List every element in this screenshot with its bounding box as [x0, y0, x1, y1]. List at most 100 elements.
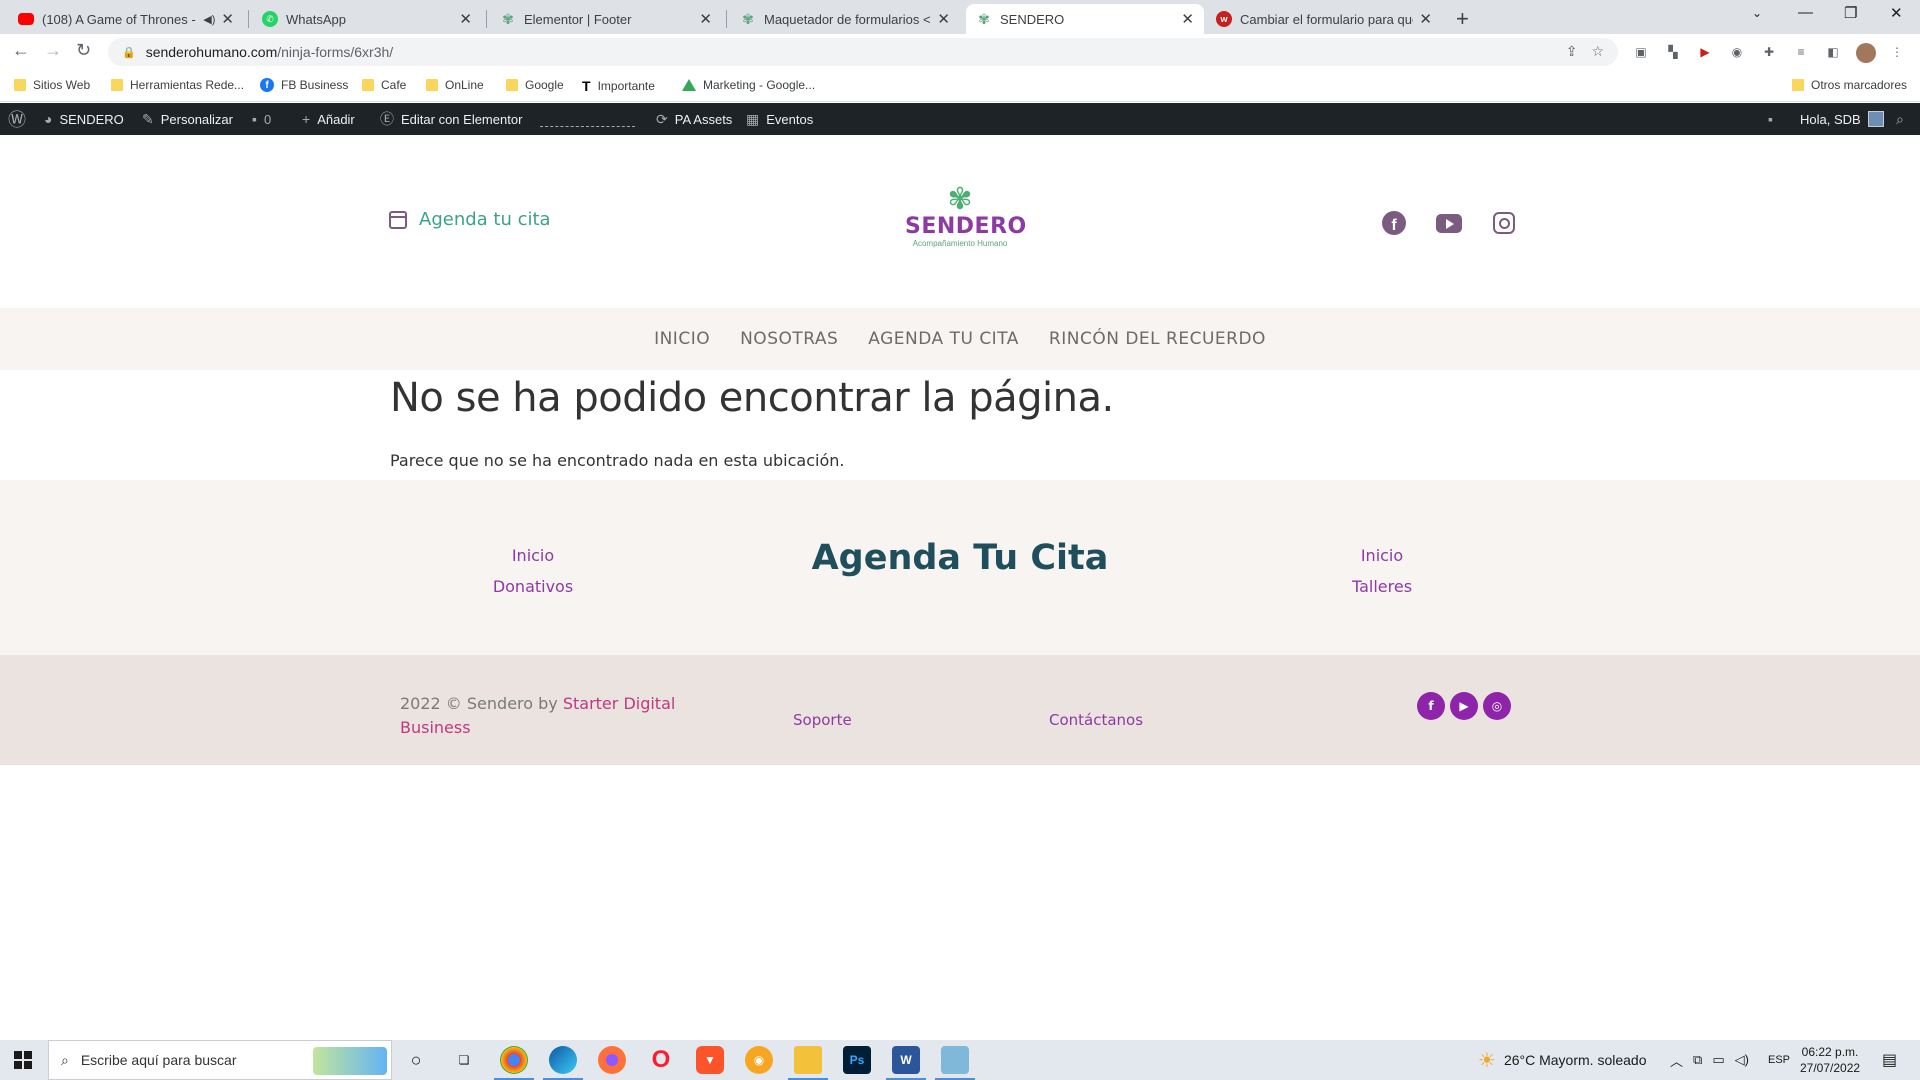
share-icon[interactable]: ⇪	[1566, 43, 1578, 60]
close-icon[interactable]: ✕	[699, 10, 712, 28]
taskbar-clock[interactable]: 06:22 p.m. 27/07/2022	[1800, 1044, 1860, 1076]
brush-icon: ✎	[142, 110, 154, 127]
bookmark-herramientas[interactable]: Herramientas Rede...	[111, 78, 244, 92]
volume-icon[interactable]: ◁)	[1735, 1052, 1749, 1068]
vpn-icon[interactable]: ◉	[745, 1046, 773, 1074]
close-icon[interactable]: ✕	[1181, 10, 1194, 28]
side-panel-icon[interactable]: ◧	[1824, 43, 1842, 61]
admin-account[interactable]: Hola, SDB	[1800, 103, 1884, 135]
chrome-icon[interactable]	[494, 1046, 534, 1080]
windows-start-icon[interactable]	[14, 1051, 32, 1069]
close-icon[interactable]: ✕	[937, 10, 950, 28]
firefox-icon[interactable]	[598, 1046, 626, 1074]
nav-agenda-tu-cita[interactable]: AGENDA TU CITA	[868, 329, 1019, 349]
facebook-header-link[interactable]: f	[1380, 209, 1408, 237]
bookmark-otros[interactable]: Otros marcadores	[1792, 78, 1907, 92]
speaker-icon[interactable]: ◀)	[203, 13, 215, 26]
admin-edit-elementor[interactable]: Ⓔ Editar con Elementor	[380, 103, 522, 135]
nav-rincon-del-recuerdo[interactable]: RINCÓN DEL RECUERDO	[1049, 329, 1266, 349]
nav-inicio[interactable]: INICIO	[654, 329, 710, 349]
admin-pa-assets[interactable]: ⟳ PA Assets	[656, 103, 732, 135]
support-link[interactable]: Soporte	[793, 711, 852, 729]
camera-icon[interactable]: ⧉	[1693, 1052, 1702, 1068]
search-highlight-art	[313, 1047, 387, 1075]
nav-nosotras[interactable]: NOSOTRAS	[740, 329, 838, 349]
tab-sendero[interactable]: ✾ SENDERO ✕	[966, 4, 1204, 34]
agenda-header-link[interactable]: Agenda tu cita	[389, 209, 551, 230]
photoshop-icon[interactable]: Ps	[843, 1046, 871, 1074]
grammar-extension-icon[interactable]: ◉	[1728, 43, 1746, 61]
youtube-header-link[interactable]	[1435, 209, 1463, 237]
admin-add-new[interactable]: + Añadir	[302, 103, 355, 135]
profile-avatar[interactable]	[1856, 43, 1876, 63]
tab-whatsapp[interactable]: ✆ WhatsApp ✕	[252, 4, 482, 34]
tab-youtube[interactable]: (108) A Game of Thrones - R ◀) ✕	[8, 4, 244, 34]
bookmark-google[interactable]: Google	[506, 78, 564, 92]
opera-icon[interactable]: O	[647, 1046, 675, 1074]
bookmark-sitios-web[interactable]: Sitios Web	[14, 78, 90, 92]
back-icon[interactable]: ←	[12, 40, 30, 61]
tab-cambiar-formulario[interactable]: w Cambiar el formulario para que e ✕	[1206, 4, 1442, 34]
youtube-icon[interactable]: ▶	[1450, 692, 1478, 720]
instagram-icon[interactable]: ◎	[1483, 692, 1511, 720]
puzzle-icon[interactable]: ✚	[1760, 43, 1778, 61]
bookmark-marketing[interactable]: Marketing - Google...	[682, 78, 815, 92]
tab-elementor-footer[interactable]: ✾ Elementor | Footer ✕	[490, 4, 722, 34]
facebook-icon[interactable]: f	[1417, 692, 1445, 720]
file-explorer-icon[interactable]	[788, 1046, 828, 1080]
new-tab-button[interactable]: +	[1456, 6, 1469, 32]
cortana-icon[interactable]: ○	[402, 1046, 430, 1074]
admin-search[interactable]: ⌕	[1896, 103, 1904, 135]
tab-title: Maquetador de formularios < SE	[764, 11, 931, 27]
red-extension-icon[interactable]: ▶	[1696, 43, 1714, 61]
footer-link-talleres[interactable]: Talleres	[1330, 571, 1434, 602]
reload-icon[interactable]: ↻	[76, 40, 91, 61]
network-icon[interactable]: ▭	[1712, 1052, 1724, 1068]
bookmark-online[interactable]: OnLine	[426, 78, 484, 92]
word-icon[interactable]: W	[886, 1046, 926, 1080]
tab-search-icon[interactable]: ⌄	[1752, 6, 1762, 20]
admin-comments[interactable]: ▪ 0	[252, 103, 271, 135]
edge-icon[interactable]	[543, 1046, 583, 1080]
task-view-icon[interactable]: ❏	[450, 1046, 478, 1074]
leaf-icon: ✾	[502, 10, 514, 27]
wordpress-logo[interactable]: Ⓦ	[8, 103, 26, 135]
close-icon[interactable]: ✕	[459, 10, 472, 28]
admin-site-name[interactable]: ◕ SENDERO	[44, 103, 124, 135]
footer-link-donativos[interactable]: Donativos	[472, 571, 594, 602]
chevron-up-icon[interactable]: ︿	[1670, 1051, 1683, 1070]
bookmark-cafe[interactable]: Cafe	[362, 78, 406, 92]
folder-icon	[111, 79, 123, 91]
menu-icon[interactable]: ⋮	[1888, 43, 1906, 61]
bookmark-fb-business[interactable]: f FB Business	[260, 78, 348, 92]
taskbar-search[interactable]: ⌕ Escribe aquí para buscar	[48, 1040, 392, 1080]
notification-icon[interactable]: ▤	[1882, 1040, 1897, 1080]
instagram-header-link[interactable]	[1490, 209, 1518, 237]
contact-link[interactable]: Contáctanos	[1049, 711, 1143, 729]
forward-icon[interactable]: →	[44, 40, 62, 61]
lock-icon[interactable]: 🔒	[122, 46, 136, 59]
weather-widget[interactable]: ☀ 26°C Mayorm. soleado	[1478, 1040, 1647, 1080]
bookmark-importante[interactable]: T Importante	[582, 78, 655, 94]
brave-icon[interactable]: ▼	[696, 1046, 724, 1074]
tab-maquetador[interactable]: ✾ Maquetador de formularios < SE ✕	[730, 4, 960, 34]
app-icon[interactable]	[935, 1046, 975, 1080]
admin-notes[interactable]: ▪	[1768, 103, 1773, 135]
close-window-icon[interactable]: ✕	[1890, 4, 1903, 22]
extension-icon[interactable]: ▚	[1664, 43, 1682, 61]
close-icon[interactable]: ✕	[221, 10, 234, 28]
footer-cta-heading[interactable]: Agenda Tu Cita	[740, 538, 1180, 578]
reading-list-icon[interactable]: ≡	[1792, 43, 1810, 61]
code-extension-icon[interactable]: ▣	[1632, 43, 1650, 61]
admin-customize[interactable]: ✎ Personalizar	[142, 103, 233, 135]
bookmark-star-icon[interactable]: ☆	[1591, 43, 1604, 60]
close-icon[interactable]: ✕	[1419, 10, 1432, 28]
site-logo[interactable]: ✾ SENDERO Acompañamiento Humano	[905, 185, 1026, 249]
restore-icon[interactable]: ❐	[1844, 4, 1857, 22]
minimize-icon[interactable]: —	[1798, 4, 1813, 21]
admin-events[interactable]: ▦ Eventos	[746, 103, 813, 135]
language-indicator[interactable]: ESP	[1768, 1040, 1790, 1080]
address-bar[interactable]: 🔒 senderohumano.com/ninja-forms/6xr3h/ ⇪…	[108, 38, 1618, 66]
footer-link-inicio[interactable]: Inicio	[472, 540, 594, 571]
footer-link-inicio[interactable]: Inicio	[1330, 540, 1434, 571]
